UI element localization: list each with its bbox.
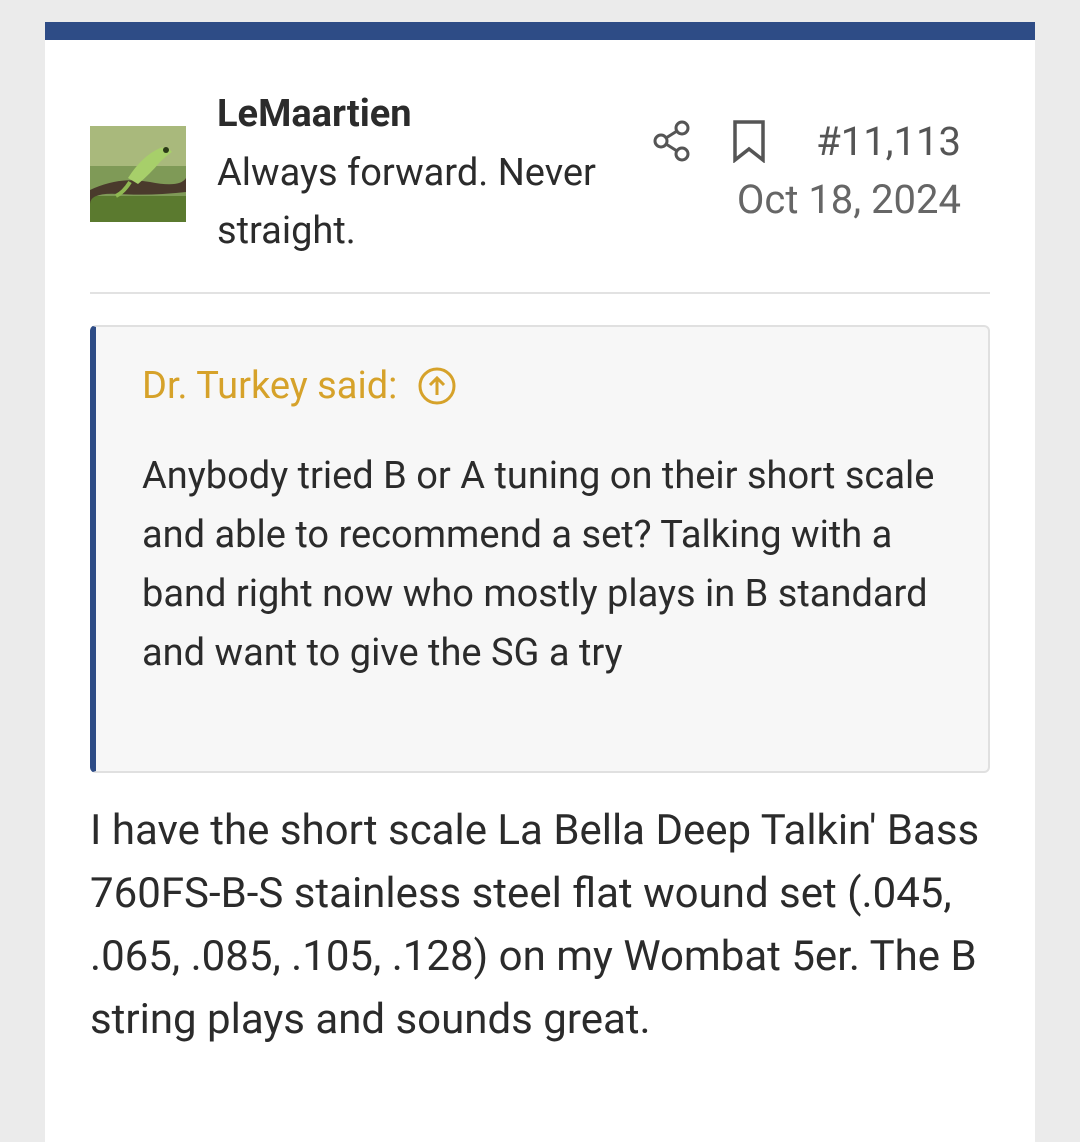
post-body-text: I have the short scale La Bella Deep Tal…	[90, 806, 980, 1044]
quote-attribution-link[interactable]: Dr. Turkey said:	[142, 363, 457, 409]
quote-attribution-label: Dr. Turkey said:	[142, 364, 398, 408]
post-number-link[interactable]: #11,113	[805, 118, 961, 166]
avatar[interactable]	[90, 126, 186, 222]
post-card: LeMaartien Always forward. Never straigh…	[45, 22, 1035, 1142]
quote-block: Dr. Turkey said: Anybody tried B or A tu…	[90, 325, 990, 773]
divider	[90, 292, 990, 294]
post-accent-bar	[45, 22, 1035, 40]
bookmark-icon[interactable]	[731, 119, 767, 163]
user-title: Always forward. Never straight.	[217, 151, 596, 253]
arrow-up-circle-icon[interactable]	[417, 366, 457, 406]
share-icon[interactable]	[651, 120, 693, 162]
quote-text: Anybody tried B or A tuning on their sho…	[142, 454, 935, 675]
post-date[interactable]: Oct 18, 2024	[705, 176, 961, 224]
username[interactable]: LeMaartien	[217, 92, 412, 136]
